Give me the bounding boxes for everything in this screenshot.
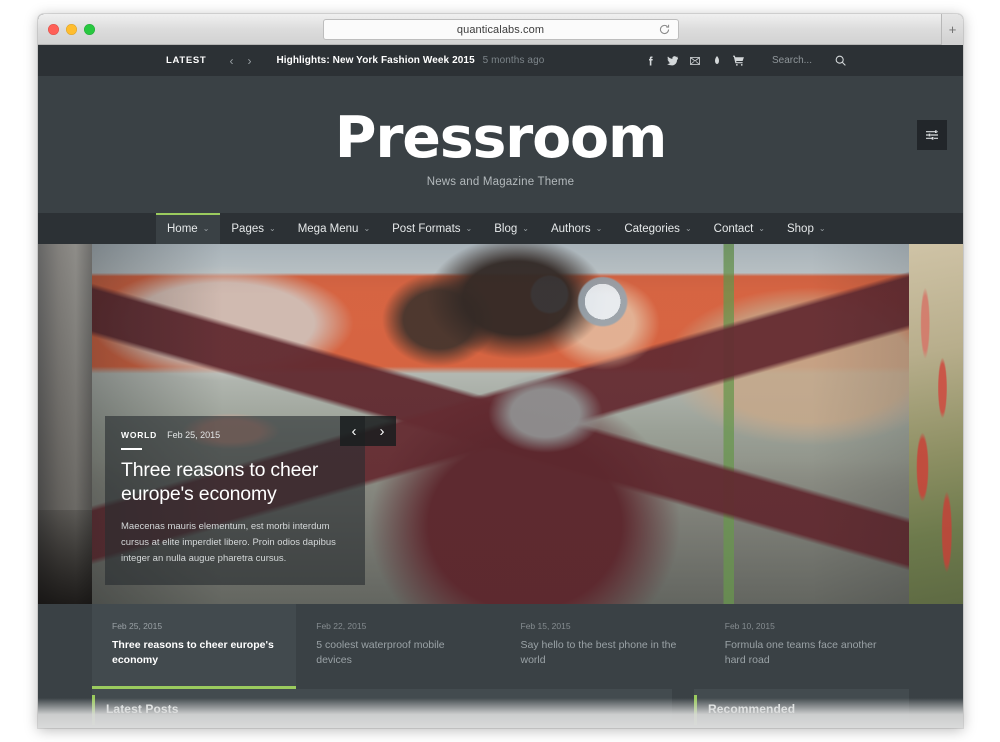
nav-item-home[interactable]: Home ⌄ bbox=[156, 213, 221, 244]
chevron-down-icon: ⌄ bbox=[595, 223, 603, 233]
nav-item-blog[interactable]: Blog ⌄ bbox=[483, 213, 540, 244]
dribbble-icon[interactable] bbox=[706, 50, 728, 72]
nav-item-label: Home bbox=[167, 222, 198, 235]
thumbnail-title: 5 coolest waterproof mobile devices bbox=[316, 639, 445, 667]
hero-caption: WORLD Feb 25, 2015 Three reasons to chee… bbox=[105, 416, 365, 585]
hero-slider-controls: ‹ › bbox=[340, 416, 396, 446]
thumbnail-item[interactable]: Feb 10, 2015 Formula one teams face anot… bbox=[705, 604, 909, 689]
section-accent-bar bbox=[694, 695, 697, 725]
thumbnail-date: Feb 25, 2015 bbox=[112, 621, 163, 631]
site-tagline: News and Magazine Theme bbox=[426, 175, 575, 188]
nav-item-contact[interactable]: Contact ⌄ bbox=[703, 213, 776, 244]
hero-date: Feb 25, 2015 bbox=[167, 430, 221, 440]
address-bar[interactable]: quanticalabs.com bbox=[322, 19, 679, 40]
latest-posts-section: Latest Posts bbox=[92, 689, 672, 728]
site-title[interactable]: Pressroom bbox=[335, 109, 668, 167]
recommended-heading: Recommended bbox=[708, 702, 796, 716]
section-accent-bar bbox=[92, 695, 95, 725]
cart-icon[interactable] bbox=[728, 50, 750, 72]
thumbnail-item[interactable]: Feb 25, 2015 Three reasons to cheer euro… bbox=[92, 604, 297, 689]
nav-item-authors[interactable]: Authors ⌄ bbox=[540, 213, 613, 244]
nav-item-label: Categories bbox=[624, 222, 680, 235]
hero-title-link[interactable]: Three reasons to cheer europe's economy bbox=[121, 459, 349, 507]
nav-item-mega-menu[interactable]: Mega Menu ⌄ bbox=[287, 213, 381, 244]
hero-next-button[interactable]: › bbox=[368, 416, 396, 446]
facebook-icon[interactable] bbox=[640, 50, 662, 72]
chevron-down-icon: ⌄ bbox=[363, 223, 371, 233]
main-navigation: Home ⌄ Pages ⌄ Mega Menu ⌄ Post Formats … bbox=[38, 213, 963, 244]
topbar-right-group: Search... bbox=[640, 50, 847, 72]
chevron-down-icon: ⌄ bbox=[758, 223, 765, 233]
window-controls bbox=[48, 24, 95, 35]
browser-titlebar: quanticalabs.com + bbox=[38, 14, 963, 45]
ticker-timestamp: 5 months ago bbox=[482, 55, 545, 66]
hero-divider bbox=[121, 448, 142, 450]
thumbnail-item[interactable]: Feb 22, 2015 5 coolest waterproof mobile… bbox=[296, 604, 500, 689]
hero-prev-button[interactable]: ‹ bbox=[340, 416, 368, 446]
nav-item-post-formats[interactable]: Post Formats ⌄ bbox=[381, 213, 483, 244]
chevron-down-icon: ⌄ bbox=[465, 223, 473, 233]
hero-meta: WORLD Feb 25, 2015 bbox=[121, 430, 349, 440]
nav-item-label: Mega Menu bbox=[297, 222, 359, 235]
chevron-down-icon: ⌄ bbox=[818, 223, 826, 233]
search-icon[interactable] bbox=[834, 54, 847, 67]
ticker-prev-icon[interactable]: ‹ bbox=[222, 55, 240, 67]
chevron-down-icon: ⌄ bbox=[522, 223, 529, 233]
chevron-down-icon: ⌄ bbox=[684, 223, 692, 233]
below-fold-sections: Latest Posts Recommended bbox=[38, 689, 963, 728]
search-input[interactable]: Search... bbox=[772, 55, 812, 66]
twitter-icon[interactable] bbox=[662, 50, 684, 72]
thumbnail-date: Feb 10, 2015 bbox=[724, 621, 775, 631]
hero-thumbnail-strip: Feb 25, 2015 Three reasons to cheer euro… bbox=[38, 604, 963, 689]
envelope-icon[interactable] bbox=[684, 50, 706, 72]
nav-item-categories[interactable]: Categories ⌄ bbox=[613, 213, 702, 244]
thumbnail-title: Formula one teams face another hard road bbox=[724, 639, 877, 667]
ticker-next-icon[interactable]: › bbox=[240, 55, 258, 67]
hero-category-badge[interactable]: WORLD bbox=[121, 430, 157, 440]
chevron-down-icon: ⌄ bbox=[269, 223, 276, 233]
nav-item-label: Pages bbox=[231, 222, 264, 235]
recommended-section: Recommended bbox=[694, 689, 909, 728]
nav-item-pages[interactable]: Pages ⌄ bbox=[220, 213, 286, 244]
hero-prev-slide-preview[interactable] bbox=[38, 244, 92, 604]
nav-item-label: Authors bbox=[550, 222, 591, 235]
thumbnail-item[interactable]: Feb 15, 2015 Say hello to the best phone… bbox=[501, 604, 705, 689]
thumbnail-date: Feb 22, 2015 bbox=[316, 621, 367, 631]
latest-posts-heading: Latest Posts bbox=[106, 702, 179, 716]
site-topbar: LATEST ‹ › Highlights: New York Fashion … bbox=[38, 45, 963, 76]
latest-label: LATEST bbox=[166, 55, 207, 66]
url-text: quanticalabs.com bbox=[456, 23, 545, 36]
new-tab-button[interactable]: + bbox=[941, 14, 963, 45]
thumbnail-date: Feb 15, 2015 bbox=[520, 621, 571, 631]
thumbnail-title: Say hello to the best phone in the world bbox=[520, 639, 677, 667]
nav-item-label: Shop bbox=[786, 222, 814, 235]
nav-item-label: Blog bbox=[494, 222, 518, 235]
nav-item-label: Post Formats bbox=[392, 222, 461, 235]
thumbnail-title: Three reasons to cheer europe's economy bbox=[112, 639, 274, 667]
site-masthead: Pressroom News and Magazine Theme bbox=[38, 76, 963, 213]
chevron-down-icon: ⌄ bbox=[202, 223, 210, 233]
hero-excerpt: Maecenas mauris elementum, est morbi int… bbox=[121, 520, 336, 565]
nav-item-shop[interactable]: Shop ⌄ bbox=[776, 213, 837, 244]
close-window-button[interactable] bbox=[48, 24, 59, 35]
maximize-window-button[interactable] bbox=[84, 24, 95, 35]
hero-slider: WORLD Feb 25, 2015 Three reasons to chee… bbox=[38, 244, 963, 604]
minimize-window-button[interactable] bbox=[66, 24, 77, 35]
browser-window: quanticalabs.com + LATEST ‹ › Highlights… bbox=[38, 14, 963, 728]
nav-item-label: Contact bbox=[713, 222, 754, 235]
sliders-icon[interactable] bbox=[917, 120, 947, 150]
page-viewport: LATEST ‹ › Highlights: New York Fashion … bbox=[38, 45, 963, 728]
ticker-headline-text: Highlights: New York Fashion Week 2015 bbox=[276, 55, 475, 66]
hero-next-slide-preview[interactable] bbox=[909, 244, 963, 604]
ticker-headline-link[interactable]: Highlights: New York Fashion Week 2015 5… bbox=[276, 55, 544, 66]
reload-icon[interactable] bbox=[658, 23, 671, 36]
